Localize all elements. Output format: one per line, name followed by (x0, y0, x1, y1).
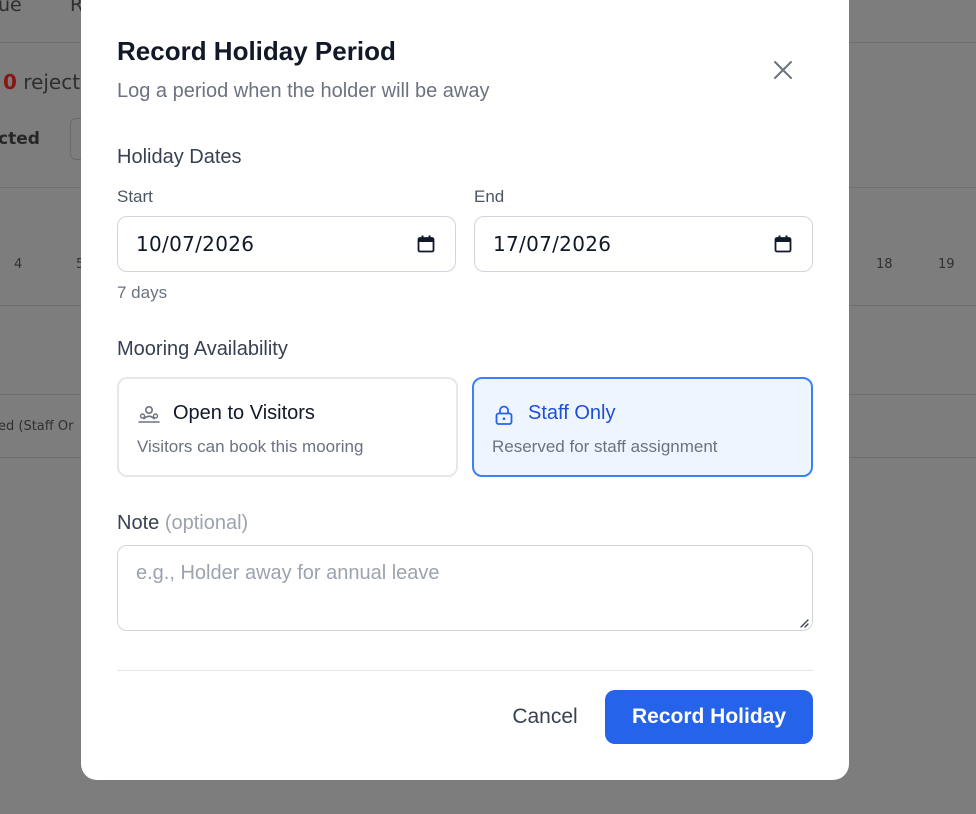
users-icon (137, 403, 161, 427)
cancel-button[interactable]: Cancel (477, 690, 613, 744)
dialog-title: Record Holiday Period (117, 36, 396, 66)
calendar-icon[interactable] (772, 233, 794, 255)
holiday-dates-label: Holiday Dates (117, 146, 242, 168)
calendar-icon[interactable] (415, 233, 437, 255)
note-textarea[interactable] (117, 545, 813, 631)
option-title: Staff Only (528, 402, 616, 424)
dialog-content: Record Holiday Period Log a period when … (117, 0, 813, 780)
start-date-input[interactable]: 10/07/2026 (117, 216, 456, 272)
start-date-value: 10/07/2026 (136, 232, 255, 256)
note-label: Note (optional) (117, 512, 249, 534)
option-description: Reserved for staff assignment (492, 437, 718, 456)
footer-divider (117, 670, 813, 671)
staff-only-option[interactable]: Staff Only Reserved for staff assignment (472, 377, 813, 477)
close-icon (774, 61, 792, 79)
open-to-visitors-option[interactable]: Open to Visitors Visitors can book this … (117, 377, 458, 477)
background-calendar-day: 18 (876, 257, 893, 272)
record-holiday-dialog: Record Holiday Period Log a period when … (81, 0, 849, 780)
background-staff-row: ed (Staff Or (0, 419, 74, 434)
note-optional-hint: (optional) (164, 512, 249, 534)
option-description: Visitors can book this mooring (137, 437, 364, 456)
resize-grip-icon[interactable] (797, 616, 809, 628)
background-calendar-day: 19 (938, 257, 955, 272)
close-button[interactable] (767, 54, 799, 86)
background-selected-label: cted (0, 129, 40, 149)
mooring-availability-label: Mooring Availability (117, 338, 288, 360)
background-calendar-day: 4 (14, 257, 23, 272)
end-date-label: End (474, 187, 505, 206)
background-tab: ue (0, 0, 22, 16)
record-holiday-button[interactable]: Record Holiday (605, 690, 813, 744)
lock-icon (492, 403, 516, 427)
end-date-input[interactable]: 17/07/2026 (474, 216, 813, 272)
start-date-label: Start (117, 187, 153, 206)
end-date-value: 17/07/2026 (493, 232, 612, 256)
background-rejected-count: 0 reject (3, 70, 81, 94)
dialog-subtitle: Log a period when the holder will be awa… (117, 80, 490, 102)
option-title: Open to Visitors (173, 402, 315, 424)
duration-text: 7 days (117, 283, 168, 302)
